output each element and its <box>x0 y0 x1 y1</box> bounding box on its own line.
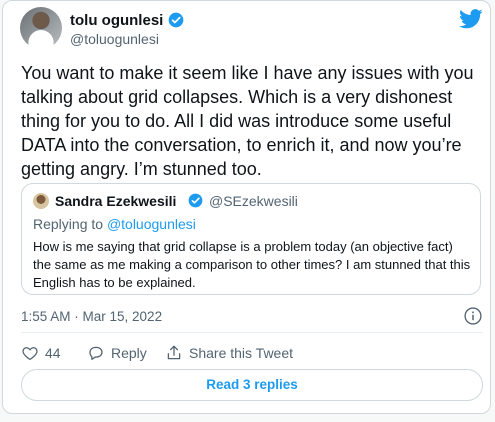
tweet-timestamp[interactable]: 1:55 AM · Mar 15, 2022 <box>21 309 162 324</box>
replying-to-mention[interactable]: @toluogunlesi <box>107 216 196 232</box>
reply-label: Reply <box>111 345 147 361</box>
tweet-text: You want to make it seem like I have any… <box>21 63 474 179</box>
tweet-card: tolu ogunlesi @toluogunlesi You want to … <box>2 0 491 414</box>
like-button[interactable]: 44 <box>21 344 61 362</box>
author-handle[interactable]: @toluogunlesi <box>70 31 159 47</box>
verified-badge-icon <box>188 193 203 208</box>
quoted-tweet[interactable]: Sandra Ezekwesili @SEzekwesili Replying … <box>21 183 481 295</box>
quoted-author-avatar <box>33 193 49 209</box>
twitter-bird-icon[interactable] <box>459 9 483 29</box>
reply-button[interactable]: Reply <box>87 344 147 362</box>
quoted-author-name: Sandra Ezekwesili <box>55 193 177 209</box>
quoted-author-handle: @SEzekwesili <box>209 193 298 209</box>
share-icon <box>167 345 181 360</box>
replying-to: Replying to @toluogunlesi <box>33 216 196 232</box>
author-avatar[interactable] <box>20 7 62 49</box>
like-count: 44 <box>45 345 61 361</box>
replying-to-label: Replying to <box>33 216 107 232</box>
author-name[interactable]: tolu ogunlesi <box>70 12 163 29</box>
share-button[interactable]: Share this Tweet <box>165 344 293 362</box>
share-label: Share this Tweet <box>189 345 294 361</box>
reply-bubble-icon <box>89 346 103 360</box>
verified-badge-icon <box>168 12 184 28</box>
divider <box>21 332 483 333</box>
read-replies-button[interactable]: Read 3 replies <box>21 369 483 401</box>
info-icon[interactable] <box>463 306 483 326</box>
heart-icon <box>22 347 38 361</box>
quoted-tweet-text: How is me saying that grid collapse is a… <box>33 239 471 290</box>
